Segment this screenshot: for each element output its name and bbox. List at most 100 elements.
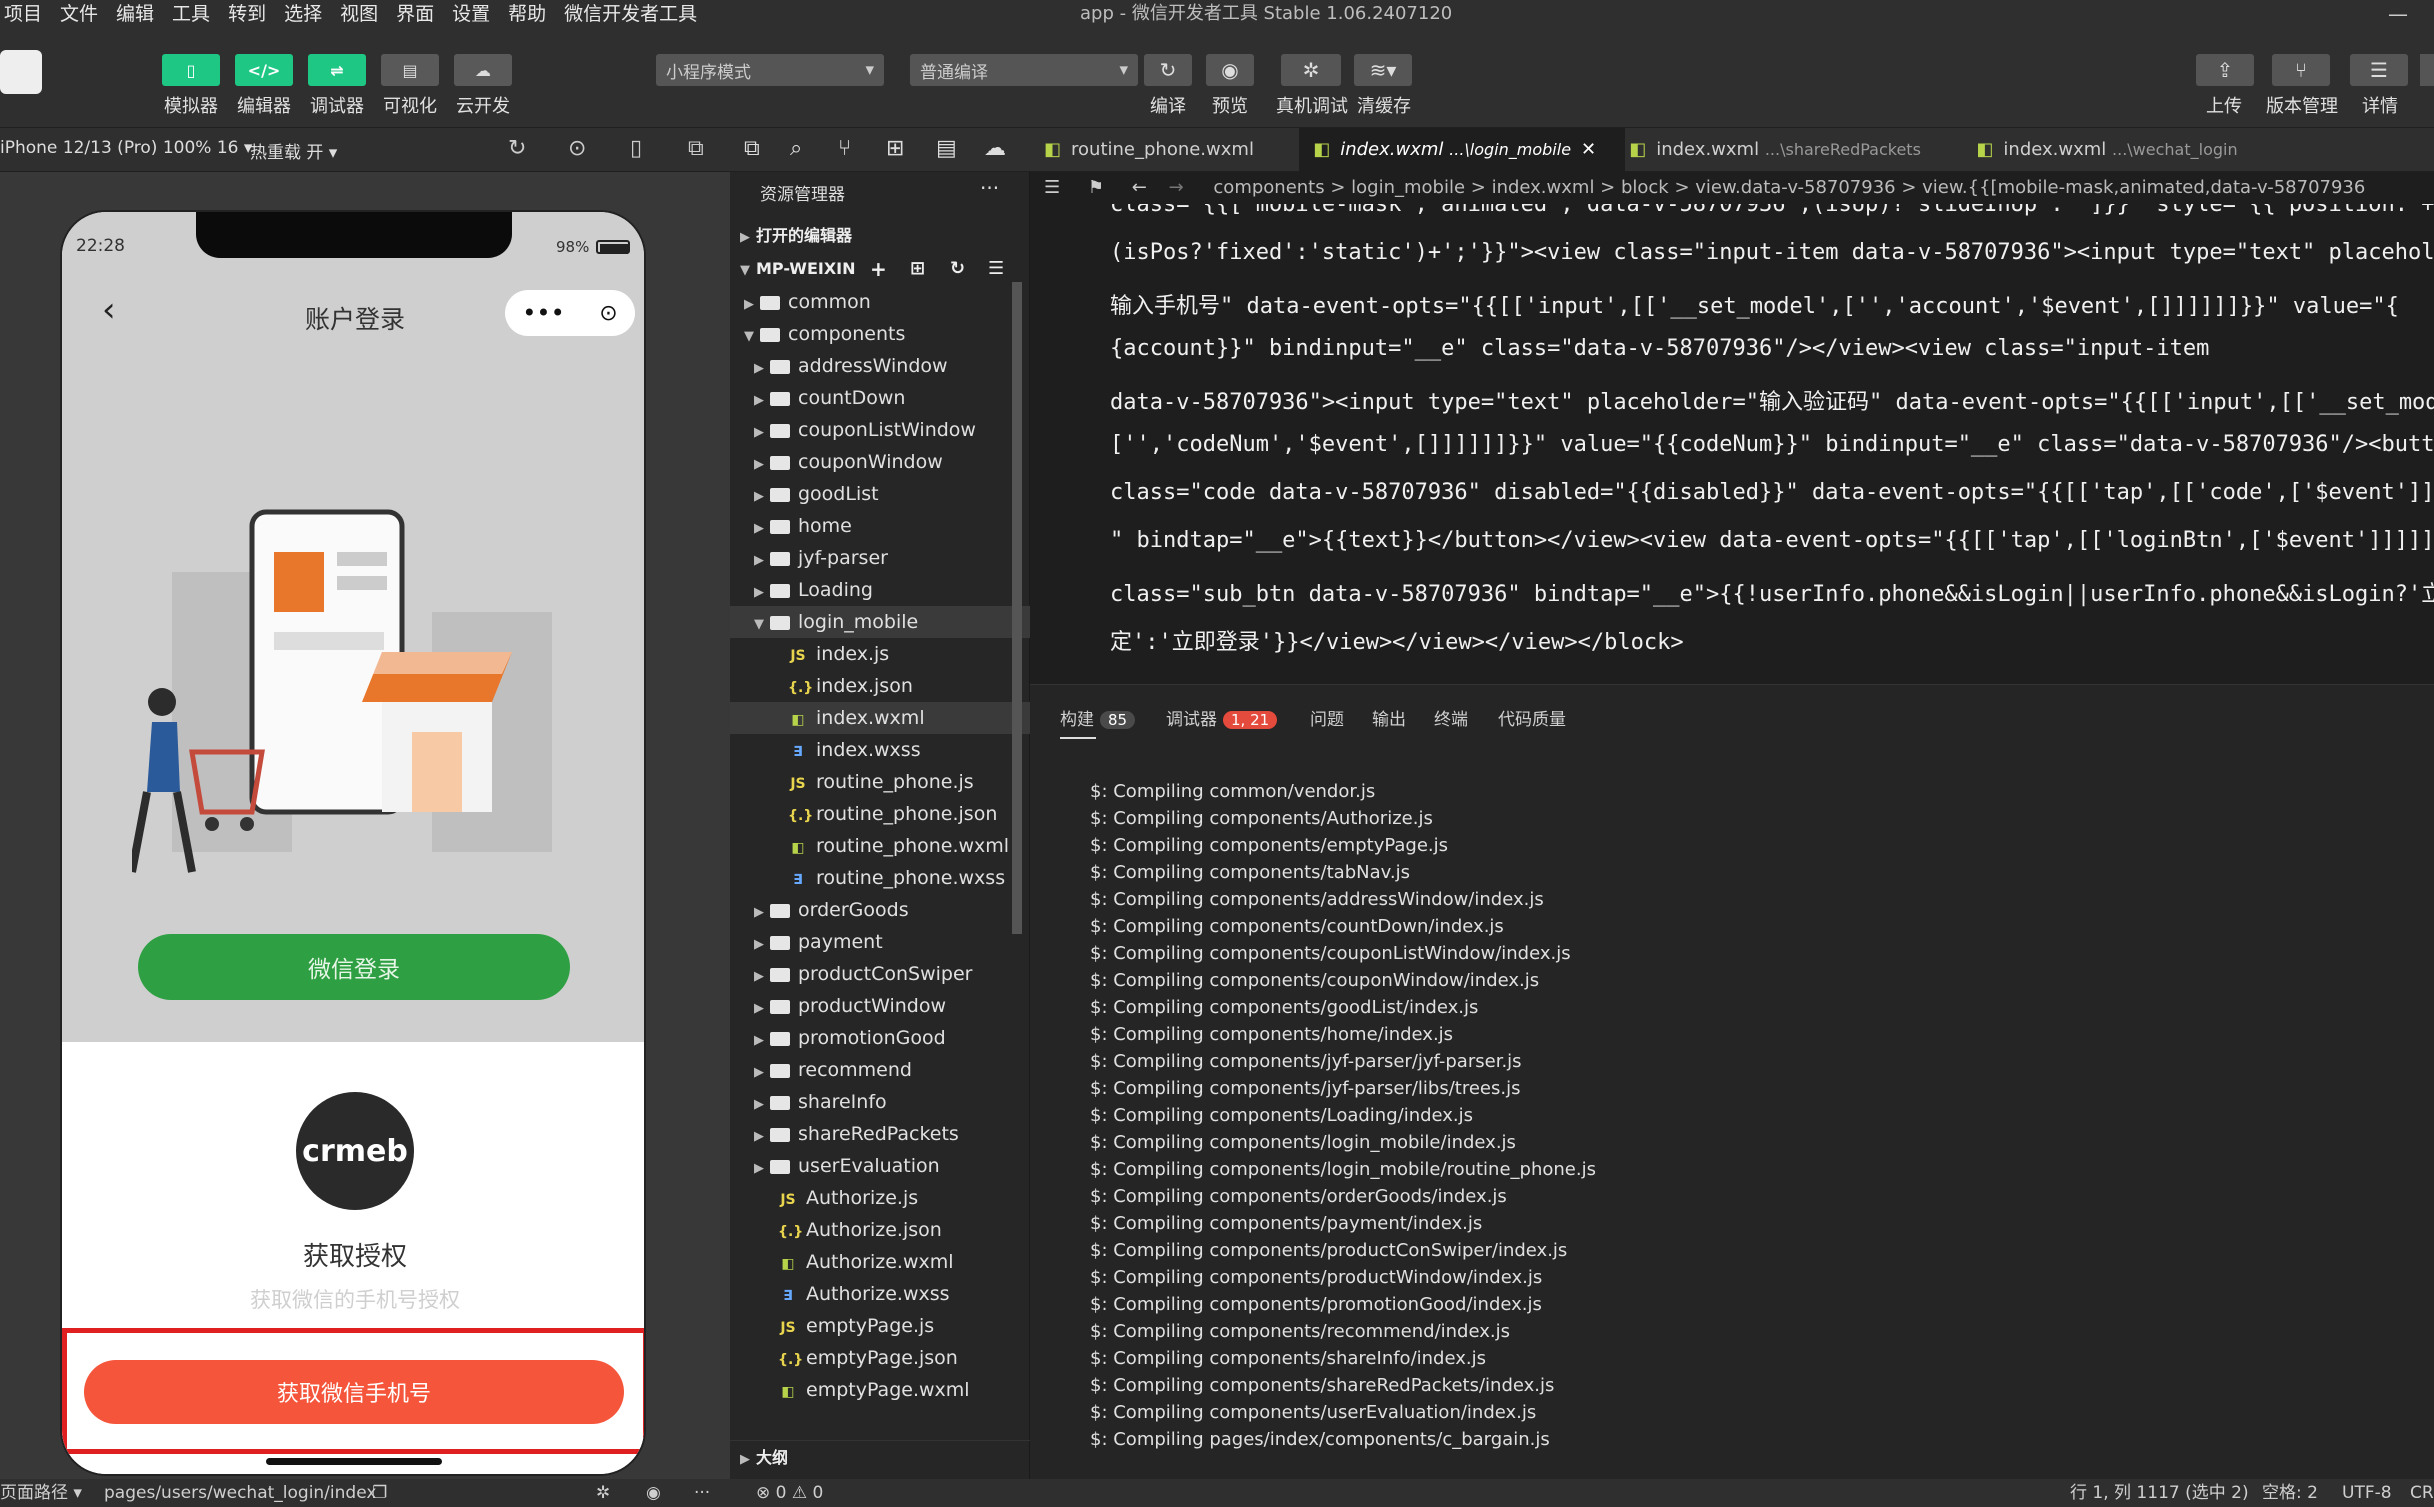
compile-button[interactable]: ↻ (1144, 54, 1192, 86)
get-phone-button[interactable]: 获取微信手机号 (84, 1360, 624, 1424)
menu-item[interactable]: 转到 (228, 0, 266, 28)
tree-item[interactable]: ▼ login_mobile (730, 606, 1030, 638)
outline-section[interactable]: ▶ 大纲 (730, 1440, 1030, 1474)
tree-item[interactable]: ▶ shareRedPackets (730, 1118, 1030, 1150)
tree-item[interactable]: {.} emptyPage.json (730, 1342, 1030, 1374)
tree-item[interactable]: ▶ home (730, 510, 1030, 542)
editor-button[interactable]: </> (235, 54, 293, 86)
indentation[interactable]: 空格: 2 (2262, 1479, 2318, 1507)
editor-tab[interactable]: ◧ index.wxml ...\shareRedPackets (1615, 128, 1972, 172)
menu-item[interactable]: 工具 (172, 0, 210, 28)
tree-item[interactable]: ▶ productWindow (730, 990, 1030, 1022)
tree-item[interactable]: ▶ common (730, 286, 1030, 318)
wechat-login-button[interactable]: 微信登录 (138, 934, 570, 1000)
cursor-position[interactable]: 行 1, 列 1117 (选中 2) (2070, 1479, 2249, 1507)
refresh-icon[interactable]: ↻ (950, 252, 965, 286)
tree-item[interactable]: JS routine_phone.js (730, 766, 1030, 798)
panel-tab[interactable]: 调试器 1, 21 (1166, 705, 1278, 730)
more-icon[interactable]: ••• (522, 299, 564, 327)
tree-item[interactable]: {.} Authorize.json (730, 1214, 1030, 1246)
tree-item[interactable]: ▶ productConSwiper (730, 958, 1030, 990)
real-debug-button[interactable]: ✲ (1281, 54, 1341, 86)
compile-mode-select[interactable]: 普通编译 ▾ (910, 54, 1138, 86)
tree-item[interactable]: JS Authorize.js (730, 1182, 1030, 1214)
explorer-scrollbar[interactable] (1012, 282, 1022, 934)
open-editors-section[interactable]: ▶ 打开的编辑器 (730, 220, 1030, 252)
version-button[interactable]: ⑂ (2272, 54, 2330, 86)
more-button[interactable] (2420, 54, 2434, 86)
bookmark-icon[interactable]: ⚑ (1088, 177, 1104, 198)
files-icon[interactable]: ⧉ (744, 136, 760, 161)
settings-icon[interactable]: ✲ (596, 1479, 610, 1507)
code-editor[interactable]: class="{{['mobile-mask','animated','data… (1030, 204, 2434, 684)
tree-item[interactable]: ▶ goodList (730, 478, 1030, 510)
tree-item[interactable]: ▶ recommend (730, 1054, 1030, 1086)
tree-item[interactable]: ◧ routine_phone.wxml (730, 830, 1030, 862)
panel-tab[interactable]: 终端 (1434, 705, 1468, 730)
project-section[interactable]: ▼ MP-WEIXIN + ⊞ ↻ ☰ (730, 252, 1030, 286)
panel-tab[interactable]: 代码质量 (1498, 705, 1566, 730)
cloud-button[interactable]: ☁ (454, 54, 512, 86)
hot-reload-toggle[interactable]: 热重载 开 ▾ (250, 138, 337, 163)
tree-item[interactable]: ▶ couponWindow (730, 446, 1030, 478)
editor-tab[interactable]: ◧ index.wxml ...\login_mobile ✕ (1299, 128, 1626, 172)
details-button[interactable]: ☰ (2350, 54, 2408, 86)
simulator-button[interactable]: ▯ (162, 54, 220, 86)
tree-item[interactable]: {.} routine_phone.json (730, 798, 1030, 830)
panel-tab[interactable]: 输出 (1372, 705, 1406, 730)
clear-cache-button[interactable]: ≋▾ (1354, 54, 1412, 86)
search-icon[interactable]: ⌕ (790, 136, 802, 161)
more-icon[interactable]: ··· (694, 1479, 710, 1507)
device-select[interactable]: iPhone 12/13 (Pro) 100% 16 ▾ (0, 138, 252, 158)
upload-button[interactable]: ⇪ (2196, 54, 2254, 86)
debugger-button[interactable]: ⇌ (308, 54, 366, 86)
mode-select[interactable]: 小程序模式 ▾ (656, 54, 884, 86)
panel-tab[interactable]: 问题 (1310, 705, 1344, 730)
page-path-select[interactable]: 页面路径 ▾ (0, 1479, 82, 1507)
tree-item[interactable]: ◧ emptyPage.wxml (730, 1374, 1030, 1406)
refresh-icon[interactable]: ↻ (508, 136, 526, 161)
menu-item[interactable]: 界面 (396, 0, 434, 28)
tree-item[interactable]: ∃ routine_phone.wxss (730, 862, 1030, 894)
copy-icon[interactable]: ❐ (372, 1479, 387, 1507)
collapse-icon[interactable]: ☰ (988, 252, 1004, 286)
panel-tab[interactable]: 构建 85 (1060, 705, 1136, 730)
menu-item[interactable]: 视图 (340, 0, 378, 28)
tree-item[interactable]: {.} index.json (730, 670, 1030, 702)
visual-button[interactable]: ▤ (381, 54, 439, 86)
tree-item[interactable]: ∃ index.wxss (730, 734, 1030, 766)
tree-item[interactable]: ▶ orderGoods (730, 894, 1030, 926)
stop-icon[interactable]: ⊙ (568, 136, 586, 161)
close-icon[interactable]: ✕ (1581, 139, 1596, 160)
storage-icon[interactable]: ▤ (936, 136, 957, 161)
editor-tab[interactable]: ◧ index.wxml ...\wechat_login (1962, 128, 2319, 172)
tree-item[interactable]: ▶ promotionGood (730, 1022, 1030, 1054)
tree-item[interactable]: ◧ index.wxml (730, 702, 1030, 734)
eye-icon[interactable]: ◉ (646, 1479, 661, 1507)
more-icon[interactable]: ··· (980, 176, 999, 200)
avatar[interactable] (0, 50, 42, 94)
problems-count[interactable]: ⊗ 0 ⚠ 0 (756, 1479, 823, 1507)
minimize-icon[interactable]: — (2388, 2, 2408, 26)
new-folder-icon[interactable]: ⊞ (910, 252, 925, 286)
tree-item[interactable]: ▶ addressWindow (730, 350, 1030, 382)
menu-item[interactable]: 项目 (4, 0, 42, 28)
back-icon[interactable]: ← (1132, 177, 1147, 198)
tree-item[interactable]: JS index.js (730, 638, 1030, 670)
line-ending[interactable]: CR (2410, 1479, 2434, 1507)
close-circle-icon[interactable]: ⊙ (599, 301, 617, 326)
tree-item[interactable]: ▶ payment (730, 926, 1030, 958)
extensions-icon[interactable]: ⊞ (886, 136, 904, 161)
tree-item[interactable]: ▶ jyf-parser (730, 542, 1030, 574)
tree-item[interactable]: ▶ userEvaluation (730, 1150, 1030, 1182)
list-icon[interactable]: ☰ (1044, 177, 1060, 198)
tree-item[interactable]: ▶ couponListWindow (730, 414, 1030, 446)
phone-icon[interactable]: ▯ (630, 136, 642, 161)
tree-item[interactable]: ▶ Loading (730, 574, 1030, 606)
encoding[interactable]: UTF-8 (2342, 1479, 2392, 1507)
menu-item[interactable]: 设置 (452, 0, 490, 28)
git-icon[interactable]: ⑂ (838, 136, 851, 161)
cloud-icon[interactable]: ☁ (984, 136, 1006, 161)
tree-item[interactable]: ◧ Authorize.wxml (730, 1246, 1030, 1278)
menu-item[interactable]: 选择 (284, 0, 322, 28)
